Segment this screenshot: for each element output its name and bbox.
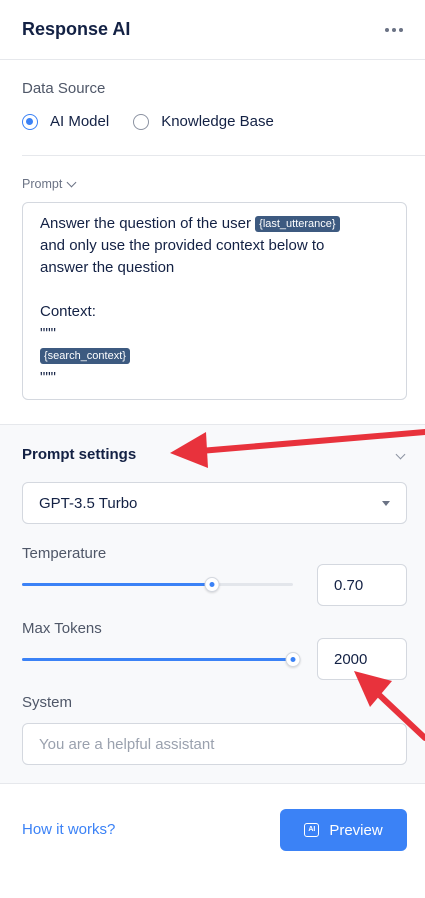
- prompt-line-text: Answer the question of the user: [40, 215, 256, 232]
- prompt-line: answer the question: [40, 257, 389, 279]
- max-tokens-label: Max Tokens: [22, 620, 102, 637]
- max-tokens-input[interactable]: [317, 638, 407, 680]
- data-source-label: Data Source: [22, 80, 106, 97]
- model-select[interactable]: GPT-3.5 Turbo: [22, 482, 407, 524]
- ai-icon: AI: [304, 823, 320, 837]
- panel-header: Response AI: [0, 0, 425, 60]
- radio-ai-model-label: AI Model: [50, 113, 110, 130]
- slider-thumb[interactable]: [204, 577, 220, 592]
- divider: [22, 155, 425, 156]
- radio-checked-icon: [22, 113, 38, 130]
- model-select-value: GPT-3.5 Turbo: [39, 494, 138, 512]
- chevron-down-icon: [66, 177, 77, 187]
- prompt-line-text: answer the question: [40, 259, 175, 276]
- radio-knowledge-base-label: Knowledge Base: [161, 113, 274, 130]
- prompt-line: {search_context}: [40, 345, 389, 367]
- variable-chip[interactable]: {search_context}: [40, 348, 130, 364]
- data-source-radio-group: AI Model Knowledge Base: [22, 113, 298, 130]
- prompt-line: [40, 279, 389, 301]
- prompt-line: """: [40, 367, 389, 389]
- radio-ai-model[interactable]: AI Model: [22, 113, 109, 130]
- prompt-line: """: [40, 323, 389, 345]
- preview-button[interactable]: AI Preview: [280, 809, 407, 851]
- preview-button-label: Preview: [329, 821, 383, 839]
- slider-thumb[interactable]: [285, 652, 301, 667]
- prompt-settings-title: Prompt settings: [22, 446, 137, 463]
- temperature-slider[interactable]: [22, 576, 293, 592]
- more-options-icon[interactable]: [381, 24, 407, 36]
- prompt-label: Prompt: [22, 177, 63, 191]
- temperature-input[interactable]: [317, 564, 407, 606]
- prompt-line: Context:: [40, 301, 389, 323]
- max-tokens-slider[interactable]: [22, 651, 301, 667]
- system-input[interactable]: [22, 723, 407, 765]
- prompt-line-text: """: [40, 369, 56, 386]
- radio-unchecked-icon: [133, 113, 150, 130]
- chevron-down-icon[interactable]: [395, 449, 406, 460]
- temperature-label: Temperature: [22, 545, 107, 562]
- prompt-line: Answer the question of the user {last_ut…: [40, 213, 389, 235]
- prompt-line: and only use the provided context below …: [40, 235, 389, 257]
- panel-title: Response AI: [22, 19, 131, 39]
- radio-knowledge-base[interactable]: Knowledge Base: [133, 113, 274, 130]
- prompt-line-text: Context:: [40, 303, 96, 320]
- how-it-works-link[interactable]: How it works?: [22, 821, 115, 838]
- system-label: System: [22, 694, 73, 711]
- prompt-settings-section: Prompt settings GPT-3.5 Turbo Temperatur…: [0, 424, 425, 784]
- variable-chip[interactable]: {last_utterance}: [255, 216, 340, 232]
- prompt-editor[interactable]: Answer the question of the user {last_ut…: [22, 202, 407, 400]
- prompt-line-text: and only use the provided context below …: [40, 237, 325, 254]
- caret-down-icon: [382, 500, 390, 506]
- prompt-line-text: """: [40, 325, 56, 342]
- prompt-collapse-toggle[interactable]: Prompt: [22, 177, 77, 191]
